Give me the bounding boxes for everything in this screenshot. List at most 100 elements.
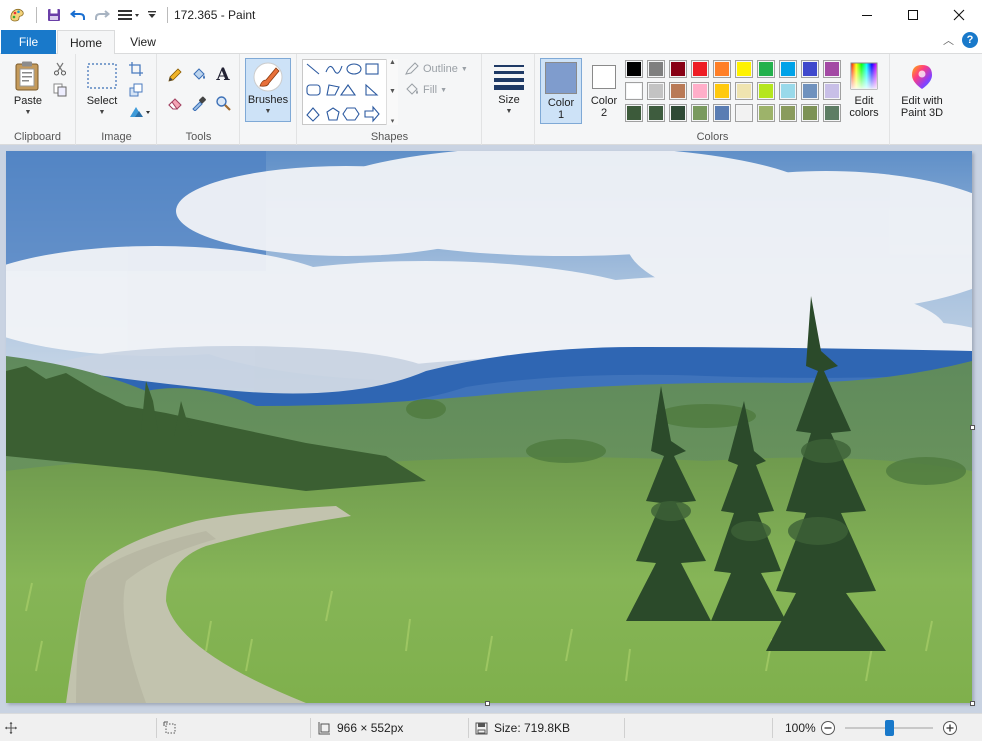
fill-bucket-icon[interactable] <box>190 66 208 84</box>
tab-view[interactable]: View <box>119 30 167 54</box>
palette-swatch[interactable] <box>801 104 819 122</box>
shapes-gallery[interactable] <box>302 59 398 125</box>
palette-swatch[interactable] <box>779 104 797 122</box>
palette-swatch[interactable] <box>713 82 731 100</box>
size-dropdown-arrow[interactable]: ▼ <box>506 106 513 118</box>
pencil-icon[interactable] <box>166 66 184 84</box>
paste-button[interactable]: Paste ▼ <box>8 60 48 119</box>
paste-dropdown-arrow[interactable]: ▼ <box>25 107 32 119</box>
palette-swatch[interactable] <box>713 60 731 78</box>
shapes-group-label: Shapes <box>370 131 409 143</box>
fill-icon <box>406 83 418 95</box>
crop-icon[interactable] <box>127 60 145 78</box>
palette-swatch[interactable] <box>625 60 643 78</box>
fill-button[interactable]: Fill ▼ <box>404 83 447 97</box>
paint3d-label-line2: Paint 3D <box>900 107 944 119</box>
brushes-dropdown-arrow[interactable]: ▼ <box>265 106 272 118</box>
ribbon-tab-row: File Home View ︿ ? <box>0 30 982 55</box>
palette-swatch[interactable] <box>801 60 819 78</box>
palette-swatch-color <box>803 84 817 98</box>
drawing-canvas[interactable] <box>6 151 972 703</box>
palette-swatch[interactable] <box>713 104 731 122</box>
status-separator <box>156 718 157 738</box>
tab-file[interactable]: File <box>1 30 56 54</box>
palette-swatch[interactable] <box>669 104 687 122</box>
canvas-resize-handle-bottom[interactable] <box>485 701 490 706</box>
palette-swatch[interactable] <box>801 82 819 100</box>
qat-separator <box>36 7 37 23</box>
palette-swatch[interactable] <box>647 60 665 78</box>
palette-swatch[interactable] <box>691 82 709 100</box>
edit-with-paint3d-button[interactable]: Edit with Paint 3D <box>895 62 949 119</box>
edit-colors-button[interactable]: Edit colors <box>844 62 884 119</box>
select-button[interactable]: Select ▼ <box>83 62 121 119</box>
customize-qat-menu-icon[interactable] <box>115 4 143 26</box>
redo-icon[interactable] <box>91 4 113 26</box>
resize-icon[interactable] <box>127 81 145 99</box>
brushes-button[interactable]: Brushes ▼ <box>245 58 291 122</box>
zoom-out-button[interactable] <box>820 714 836 742</box>
palette-swatch[interactable] <box>823 104 841 122</box>
palette-swatch[interactable] <box>735 82 753 100</box>
window-title: 172.365 - Paint <box>174 8 256 22</box>
palette-swatch[interactable] <box>757 104 775 122</box>
cut-icon[interactable] <box>51 60 69 78</box>
palette-swatch[interactable] <box>823 60 841 78</box>
paint-app-icon[interactable] <box>6 4 28 26</box>
palette-swatch[interactable] <box>625 82 643 100</box>
copy-icon[interactable] <box>51 81 69 99</box>
status-separator <box>772 718 773 738</box>
ribbon: Paste ▼ Clipboard Select ▼ Image A Tools… <box>0 54 982 145</box>
palette-swatch[interactable] <box>669 60 687 78</box>
save-icon[interactable] <box>43 4 65 26</box>
file-size-text: Size: 719.8KB <box>494 721 571 735</box>
palette-swatch[interactable] <box>757 60 775 78</box>
select-dropdown-arrow[interactable]: ▼ <box>99 107 106 119</box>
close-button[interactable] <box>936 0 982 30</box>
canvas-workspace[interactable] <box>0 145 982 713</box>
palette-swatch[interactable] <box>779 60 797 78</box>
palette-swatch[interactable] <box>735 60 753 78</box>
help-icon[interactable]: ? <box>962 32 978 48</box>
palette-swatch[interactable] <box>735 104 753 122</box>
maximize-button[interactable] <box>890 0 936 30</box>
shapes-scroll[interactable]: ▲ ▼ ▾ <box>386 59 398 125</box>
size-button[interactable]: Size ▼ <box>489 62 529 118</box>
outline-button[interactable]: Outline ▼ <box>404 62 468 76</box>
text-tool-icon[interactable]: A <box>214 65 232 85</box>
qat-dropdown-icon[interactable] <box>145 4 159 26</box>
eraser-icon[interactable] <box>166 94 184 112</box>
minimize-button[interactable] <box>844 0 890 30</box>
status-separator <box>468 718 469 738</box>
palette-swatch[interactable] <box>647 82 665 100</box>
collapse-ribbon-icon[interactable]: ︿ <box>943 32 954 48</box>
paint3d-group: Edit with Paint 3D <box>891 54 951 145</box>
palette-swatch[interactable] <box>669 82 687 100</box>
palette-swatch-color <box>715 106 729 120</box>
undo-icon[interactable] <box>67 4 89 26</box>
title-bar: 172.365 - Paint <box>0 0 982 30</box>
palette-swatch-color <box>737 106 751 120</box>
zoom-slider[interactable] <box>845 714 933 742</box>
color2-button[interactable]: Color 2 <box>584 62 624 119</box>
color1-button[interactable]: Color 1 <box>540 58 582 124</box>
palette-swatch[interactable] <box>647 104 665 122</box>
color-picker-icon[interactable] <box>190 94 208 112</box>
palette-swatch[interactable] <box>625 104 643 122</box>
zoom-slider-thumb[interactable] <box>884 720 894 736</box>
palette-swatch[interactable] <box>757 82 775 100</box>
canvas-resize-handle-corner[interactable] <box>970 701 975 706</box>
palette-swatch-color <box>825 62 839 76</box>
palette-swatch[interactable] <box>691 104 709 122</box>
rotate-icon[interactable] <box>127 103 153 121</box>
zoom-in-button[interactable] <box>942 714 958 742</box>
tab-home[interactable]: Home <box>57 30 115 55</box>
palette-swatch[interactable] <box>779 82 797 100</box>
tools-group-label: Tools <box>185 131 212 143</box>
magnifier-icon[interactable] <box>214 94 232 112</box>
canvas-resize-handle-right[interactable] <box>970 425 975 430</box>
palette-swatch-color <box>781 62 795 76</box>
palette-swatch[interactable] <box>823 82 841 100</box>
paint3d-label-line1: Edit with <box>901 95 943 107</box>
palette-swatch[interactable] <box>691 60 709 78</box>
